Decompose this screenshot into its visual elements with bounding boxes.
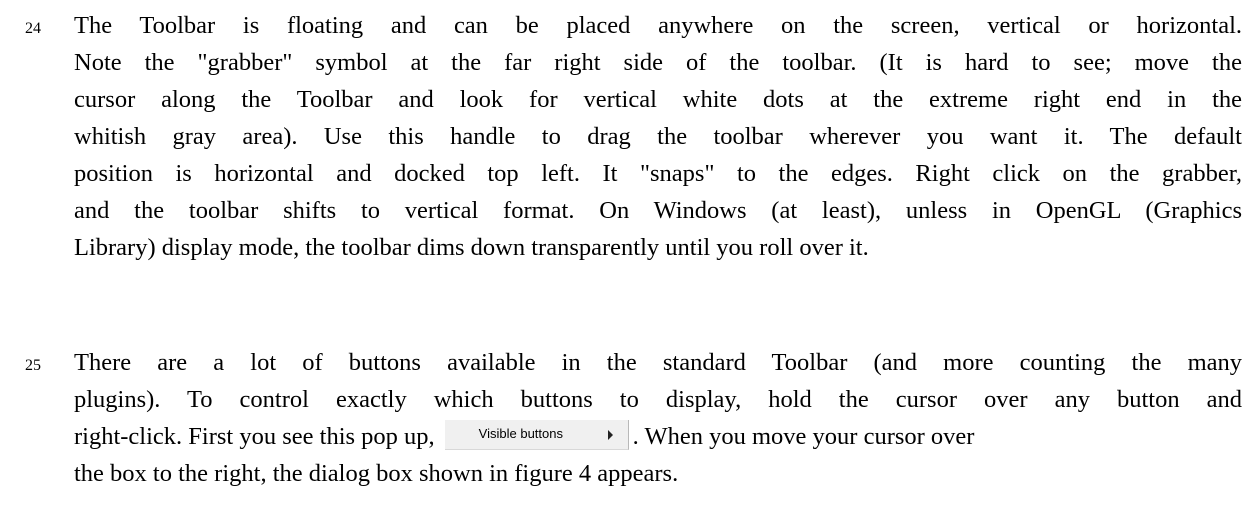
paragraph-24: 24 The Toolbar is floating and can be pl… bbox=[25, 7, 1242, 266]
submenu-arrow-icon bbox=[607, 430, 613, 440]
paragraph-number: 25 bbox=[25, 357, 41, 374]
paragraph-line: the box to the right, the dialog box sho… bbox=[74, 460, 679, 487]
document-page: 24 The Toolbar is floating and can be pl… bbox=[0, 0, 1258, 512]
paragraph-line: position is horizontal and docked top le… bbox=[74, 160, 1242, 187]
menu-item-label: Visible buttons bbox=[478, 426, 563, 441]
paragraph-line: and the toolbar shifts to vertical forma… bbox=[74, 197, 1242, 224]
paragraph-line: plugins). To control exactly which butto… bbox=[74, 386, 1242, 413]
line-text-after-popup: . When you move your cursor over bbox=[632, 423, 975, 450]
paragraph-line: cursor along the Toolbar and look for ve… bbox=[74, 86, 1242, 113]
paragraph-line: Library) display mode, the toolbar dims … bbox=[74, 234, 869, 261]
paragraph-line: There are a lot of buttons available in … bbox=[74, 349, 1242, 376]
visible-buttons-menu-item[interactable]: Visible buttons bbox=[444, 420, 629, 450]
paragraph-line: whitish gray area). Use this handle to d… bbox=[74, 123, 1242, 150]
paragraph-line: The Toolbar is floating and can be place… bbox=[74, 12, 1242, 39]
paragraph-number: 24 bbox=[25, 20, 41, 37]
paragraph-line: Note the "grabber" symbol at the far rig… bbox=[74, 49, 1242, 76]
line-text-before-popup: right-click. First you see this pop up, bbox=[74, 423, 435, 450]
paragraph-25: 25 There are a lot of buttons available … bbox=[25, 344, 1242, 492]
paragraph-line-with-popup: right-click. First you see this pop up, V… bbox=[74, 418, 1242, 455]
